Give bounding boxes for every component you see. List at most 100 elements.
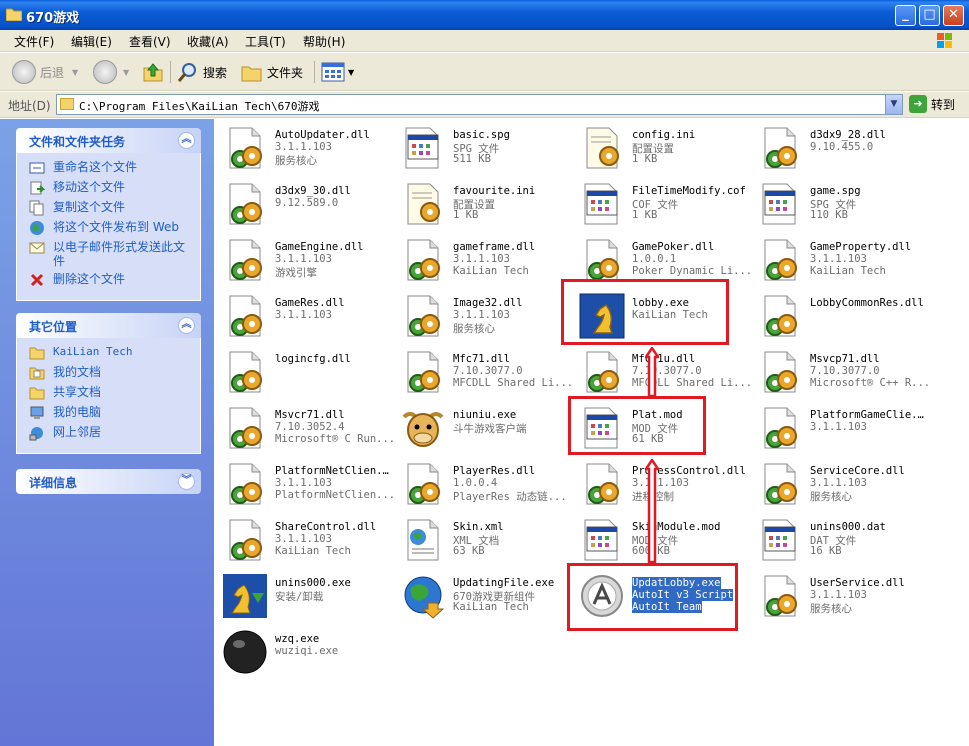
details-header[interactable]: 详细信息 ︾ (16, 469, 201, 494)
spg-icon (762, 183, 796, 225)
file-item[interactable]: Mfc71.dll 7.10.3077.0 MFCDLL Shared Li... (396, 345, 576, 399)
file-item[interactable]: ShareControl.dll 3.1.1.103 KaiLian Tech (218, 513, 398, 567)
file-item[interactable]: unins000.dat DAT 文件 16 KB (753, 513, 933, 567)
file-name: logincfg.dll (275, 353, 351, 365)
task-delete[interactable]: 删除这个文件 (29, 272, 200, 288)
go-button[interactable]: ➜ 转到 (909, 95, 955, 113)
back-button[interactable]: 后退 ▼ (12, 58, 78, 86)
file-item[interactable]: FileTimeModify.cof COF 文件 1 KB (575, 177, 755, 231)
dll-icon (229, 519, 262, 561)
expand-icon[interactable]: ︾ (178, 473, 195, 490)
file-item[interactable]: logincfg.dll (218, 345, 398, 399)
file-item[interactable]: GameEngine.dll 3.1.1.103 游戏引擎 (218, 233, 398, 287)
task-publish-web[interactable]: 将这个文件发布到 Web (29, 220, 200, 236)
folders-button[interactable]: 文件夹 (241, 58, 303, 86)
file-name: config.ini (632, 129, 696, 141)
file-item[interactable]: PlatformGameClie... 3.1.1.103 (753, 401, 933, 455)
file-item[interactable]: ProcessControl.dll3.1.1.103进程控制 (575, 457, 755, 511)
place-kailian-tech[interactable]: KaiLian Tech (29, 345, 200, 361)
toolbar: 后退 ▼ ▼ 搜索 文件夹 ▼ (0, 53, 969, 91)
file-item[interactable]: favourite.ini 配置设置 1 KB (396, 177, 576, 231)
file-item[interactable]: basic.spg SPG 文件 511 KB (396, 121, 576, 175)
dll-icon (229, 295, 262, 337)
file-detail-2: 63 KB (453, 545, 485, 557)
task-email[interactable]: 以电子邮件形式发送此文件 (29, 240, 200, 268)
file-item[interactable]: Mfc71u.dll 7.10.3077.0 MFCDLL Shared Li... (575, 345, 755, 399)
menu-favorites[interactable]: 收藏(A) (187, 33, 229, 50)
maximize-button[interactable]: □ (919, 5, 940, 26)
file-detail-2: 1 KB (632, 153, 658, 165)
file-item[interactable]: Msvcr71.dll 7.10.3052.4 Microsoft® C Run..… (218, 401, 398, 455)
address-input[interactable]: C:\Program Files\KaiLian Tech\670游戏 ▼ (56, 94, 903, 115)
menu-file[interactable]: 文件(F) (14, 33, 54, 50)
menu-tools[interactable]: 工具(T) (245, 33, 286, 50)
file-item[interactable]: PlatformNetClien... 3.1.1.103 PlatformNetC… (218, 457, 398, 511)
task-move[interactable]: 移动这个文件 (29, 180, 200, 196)
highlight-box-updatlobby (567, 563, 738, 631)
file-item[interactable]: d3dx9_28.dll 9.10.455.0 (753, 121, 933, 175)
move-icon (30, 181, 45, 195)
file-item[interactable]: PlayerRes.dll 1.0.0.4 PlayerRes 动态链... (396, 457, 576, 511)
address-path: C:\Program Files\KaiLian Tech\670游戏 (79, 100, 320, 113)
file-detail-2: KaiLian Tech (453, 601, 529, 613)
dll-icon (229, 463, 262, 505)
file-name: LobbyCommonRes.dll (810, 297, 924, 309)
task-copy[interactable]: 复制这个文件 (29, 200, 200, 216)
address-dropdown-button[interactable]: ▼ (885, 95, 902, 114)
file-detail-1: 3.1.1.103 (453, 309, 510, 321)
menu-edit[interactable]: 编辑(E) (71, 33, 112, 50)
forward-button[interactable]: ▼ (93, 58, 129, 86)
file-item[interactable]: d3dx9_30.dll 9.12.589.0 (218, 177, 398, 231)
close-button[interactable]: ✕ (943, 5, 964, 26)
place-my-computer[interactable]: 我的电脑 (29, 405, 200, 421)
menu-view[interactable]: 查看(V) (129, 33, 171, 50)
file-item[interactable]: config.ini 配置设置 1 KB (575, 121, 755, 175)
file-item[interactable]: GameRes.dll 3.1.1.103 (218, 289, 398, 343)
place-shared-documents[interactable]: 共享文档 (29, 385, 200, 401)
file-item[interactable]: AutoUpdater.dll 3.1.1.103 服务核心 (218, 121, 398, 175)
file-detail-1: 斗牛游戏客户端 (453, 423, 527, 435)
place-network[interactable]: 网上邻居 (29, 425, 200, 441)
folder-icon (60, 98, 74, 110)
menu-help[interactable]: 帮助(H) (303, 33, 345, 50)
file-item[interactable]: Msvcp71.dll 7.10.3077.0 Microsoft® C++ R..… (753, 345, 933, 399)
up-folder-icon (143, 63, 163, 82)
dll-icon (764, 575, 797, 617)
file-detail-1: 7.10.3077.0 (453, 365, 523, 377)
file-detail-2: 服务核心 (810, 491, 852, 503)
file-item[interactable]: LobbyCommonRes.dll (753, 289, 933, 343)
file-item[interactable]: ServiceCore.dll 3.1.1.103 服务核心 (753, 457, 933, 511)
task-rename[interactable]: 重命名这个文件 (29, 160, 200, 176)
windows-logo-icon (937, 33, 952, 48)
folder-icon (6, 8, 22, 21)
collapse-icon[interactable]: ︽ (178, 317, 195, 334)
task-pane: 文件和文件夹任务 ︽ 重命名这个文件 移动这个文件 复制这个文件 将这个文件发布… (0, 119, 214, 746)
dat-icon (762, 519, 796, 561)
file-item[interactable]: SkinModule.mod MOD 文件 600 KB (575, 513, 755, 567)
file-item[interactable]: Image32.dll 3.1.1.103 服务核心 (396, 289, 576, 343)
file-tasks-header[interactable]: 文件和文件夹任务 ︽ (16, 128, 201, 153)
file-item[interactable]: UserService.dll 3.1.1.103 服务核心 (753, 569, 933, 623)
file-item[interactable]: wzq.exe wuziqi.exe (218, 625, 398, 679)
collapse-icon[interactable]: ︽ (178, 132, 195, 149)
details-panel: 详细信息 ︾ (16, 469, 201, 494)
file-item[interactable]: GameProperty.dll 3.1.1.103 KaiLian Tech (753, 233, 933, 287)
file-item[interactable]: gameframe.dll 3.1.1.103 KaiLian Tech (396, 233, 576, 287)
other-places-header[interactable]: 其它位置 ︽ (16, 313, 201, 338)
file-item[interactable]: unins000.exe 安装/卸载 (218, 569, 398, 623)
file-item[interactable]: Skin.xml XML 文档 63 KB (396, 513, 576, 567)
file-detail-2: PlatformNetClien... (275, 489, 396, 501)
views-button[interactable]: ▼ (321, 58, 354, 86)
menu-bar: 文件(F) 编辑(E) 查看(V) 收藏(A) 工具(T) 帮助(H) (0, 30, 969, 52)
dll-icon (764, 295, 797, 337)
file-item[interactable]: game.spg SPG 文件 110 KB (753, 177, 933, 231)
file-item[interactable]: niuniu.exe 斗牛游戏客户端 (396, 401, 576, 455)
search-button[interactable]: 搜索 (177, 58, 227, 86)
network-icon (29, 427, 43, 441)
file-name: UserService.dll (810, 577, 905, 589)
place-my-documents[interactable]: 我的文档 (29, 365, 200, 381)
minimize-button[interactable]: _ (895, 5, 916, 26)
dll-icon (407, 295, 440, 337)
file-item[interactable]: UpdatingFile.exe 670游戏更新组件 KaiLian Tech (396, 569, 576, 623)
up-folder-button[interactable] (142, 58, 164, 86)
